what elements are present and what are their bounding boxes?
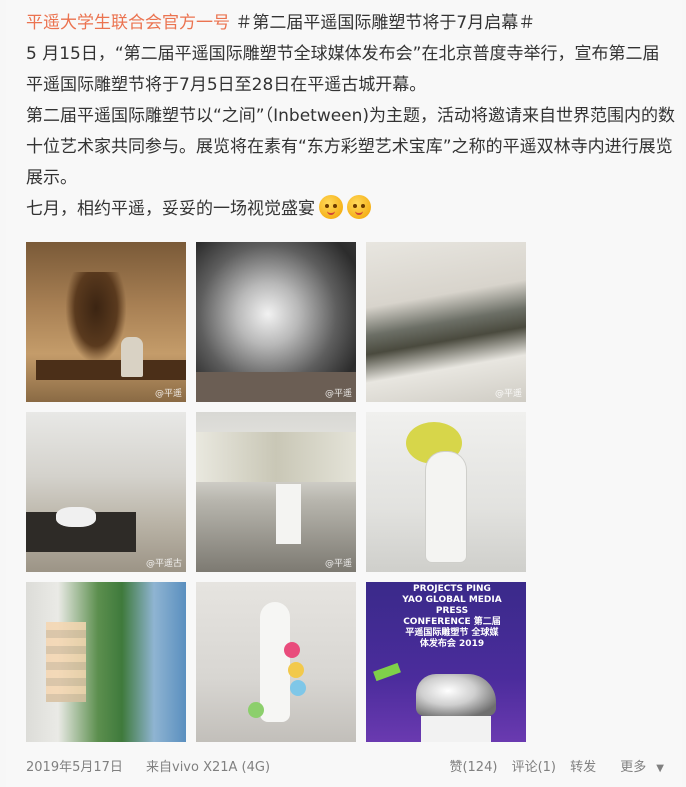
watermark: @平遥: [154, 389, 182, 399]
paragraph-3: 七月，相约平遥，妥妥的一场视觉盛宴: [26, 194, 676, 225]
watermark: @平遥: [324, 389, 352, 399]
more-button[interactable]: 更多 ▼: [610, 760, 664, 775]
smiley-icon: [347, 195, 371, 219]
more-label: 更多: [620, 760, 647, 775]
silver-rock-sculpture-photo[interactable]: @平遥: [196, 242, 356, 402]
post-actions: 赞(124) 评论(1) 转发 更多 ▼: [439, 756, 664, 781]
smiley-icon: [319, 195, 343, 219]
like-button[interactable]: 赞(124): [449, 760, 497, 775]
post-footer: 2019年5月17日 来自vivo X21A (4G) 赞(124) 评论(1)…: [26, 756, 676, 780]
weibo-post: 平遥大学生联合会官方一号 ＃第二届平遥国际雕塑节将于7月启幕＃ 5 月15日，“…: [6, 0, 682, 787]
paragraph-2: 第二届平遥国际雕塑节以“之间”（Inbetween)为主题，活动将邀请来自世界范…: [26, 106, 676, 188]
image-grid: @平遥 @平遥 @平遥 @平遥古 @平遥 PROJECTS PING YAO G…: [26, 242, 526, 742]
post-device[interactable]: 来自vivo X21A (4G): [146, 756, 270, 780]
press-banner: PROJECTS PING YAO GLOBAL MEDIA PRESS CON…: [402, 584, 502, 649]
paragraph-1: 5 月15日，“第二届平遥国际雕塑节全球媒体发布会”在北京普度寺举行，宣布第二届…: [26, 44, 660, 95]
glass-panels-photo[interactable]: [26, 582, 186, 742]
gallery-display-cases-photo[interactable]: @平遥古: [26, 412, 186, 572]
watermark: @平遥: [494, 389, 522, 399]
landscape-relief-photo[interactable]: @平遥: [366, 242, 526, 402]
watermark: @平遥: [324, 559, 352, 569]
wooden-sculpture-photo[interactable]: @平遥: [26, 242, 186, 402]
scroll-installation-photo[interactable]: @平遥: [196, 412, 356, 572]
figure-with-balloons-photo[interactable]: [196, 582, 356, 742]
author-link[interactable]: 平遥大学生联合会官方一号: [26, 13, 230, 33]
white-figure-sculpture-photo[interactable]: [366, 412, 526, 572]
repost-button[interactable]: 转发: [570, 760, 596, 775]
post-text: 平遥大学生联合会官方一号 ＃第二届平遥国际雕塑节将于7月启幕＃ 5 月15日，“…: [26, 8, 676, 225]
hashtag-link[interactable]: ＃第二届平遥国际雕塑节将于7月启幕＃: [235, 13, 535, 33]
post-date[interactable]: 2019年5月17日: [26, 756, 123, 780]
chevron-down-icon: ▼: [656, 763, 664, 774]
watermark: @平遥古: [145, 559, 182, 569]
paragraph-3-text: 七月，相约平遥，妥妥的一场视觉盛宴: [26, 199, 315, 219]
comment-button[interactable]: 评论(1): [512, 760, 556, 775]
press-conference-rhino-photo[interactable]: PROJECTS PING YAO GLOBAL MEDIA PRESS CON…: [366, 582, 526, 742]
post-header: 平遥大学生联合会官方一号 ＃第二届平遥国际雕塑节将于7月启幕＃: [26, 8, 676, 39]
